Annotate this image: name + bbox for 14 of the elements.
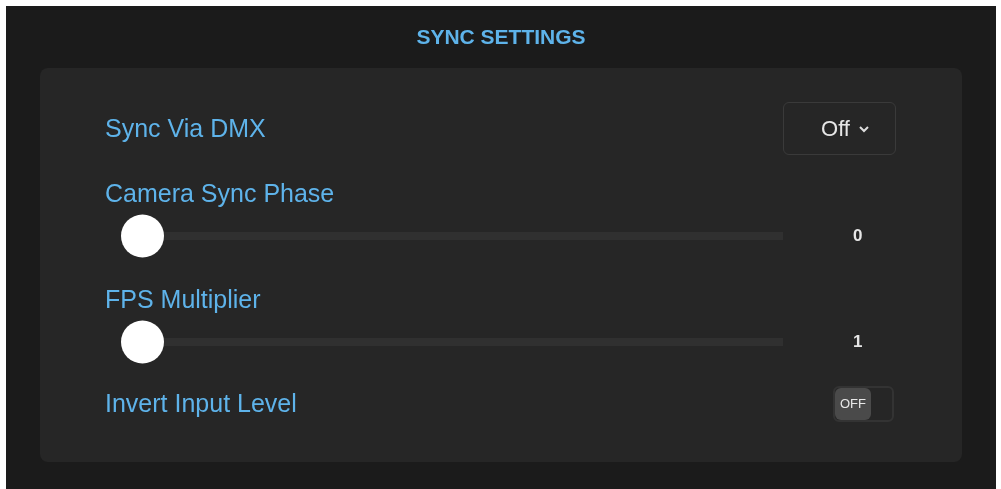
- slider-thumb[interactable]: [121, 320, 164, 363]
- slider-value: 0: [853, 224, 863, 247]
- section-title: SYNC SETTINGS: [416, 24, 586, 50]
- setting-label: Sync Via DMX: [105, 116, 266, 141]
- slider[interactable]: [121, 214, 783, 257]
- dropdown[interactable]: Off: [783, 102, 896, 155]
- setting-label: Invert Input Level: [105, 391, 297, 416]
- slider[interactable]: [121, 320, 783, 363]
- slider-thumb[interactable]: [121, 214, 164, 257]
- toggle-switch[interactable]: OFF: [833, 385, 894, 422]
- setting-label: Camera Sync Phase: [105, 180, 335, 206]
- setting-label: FPS Multiplier: [105, 286, 261, 312]
- chevron-down-icon: [857, 124, 870, 133]
- slider-value: 1: [853, 330, 863, 353]
